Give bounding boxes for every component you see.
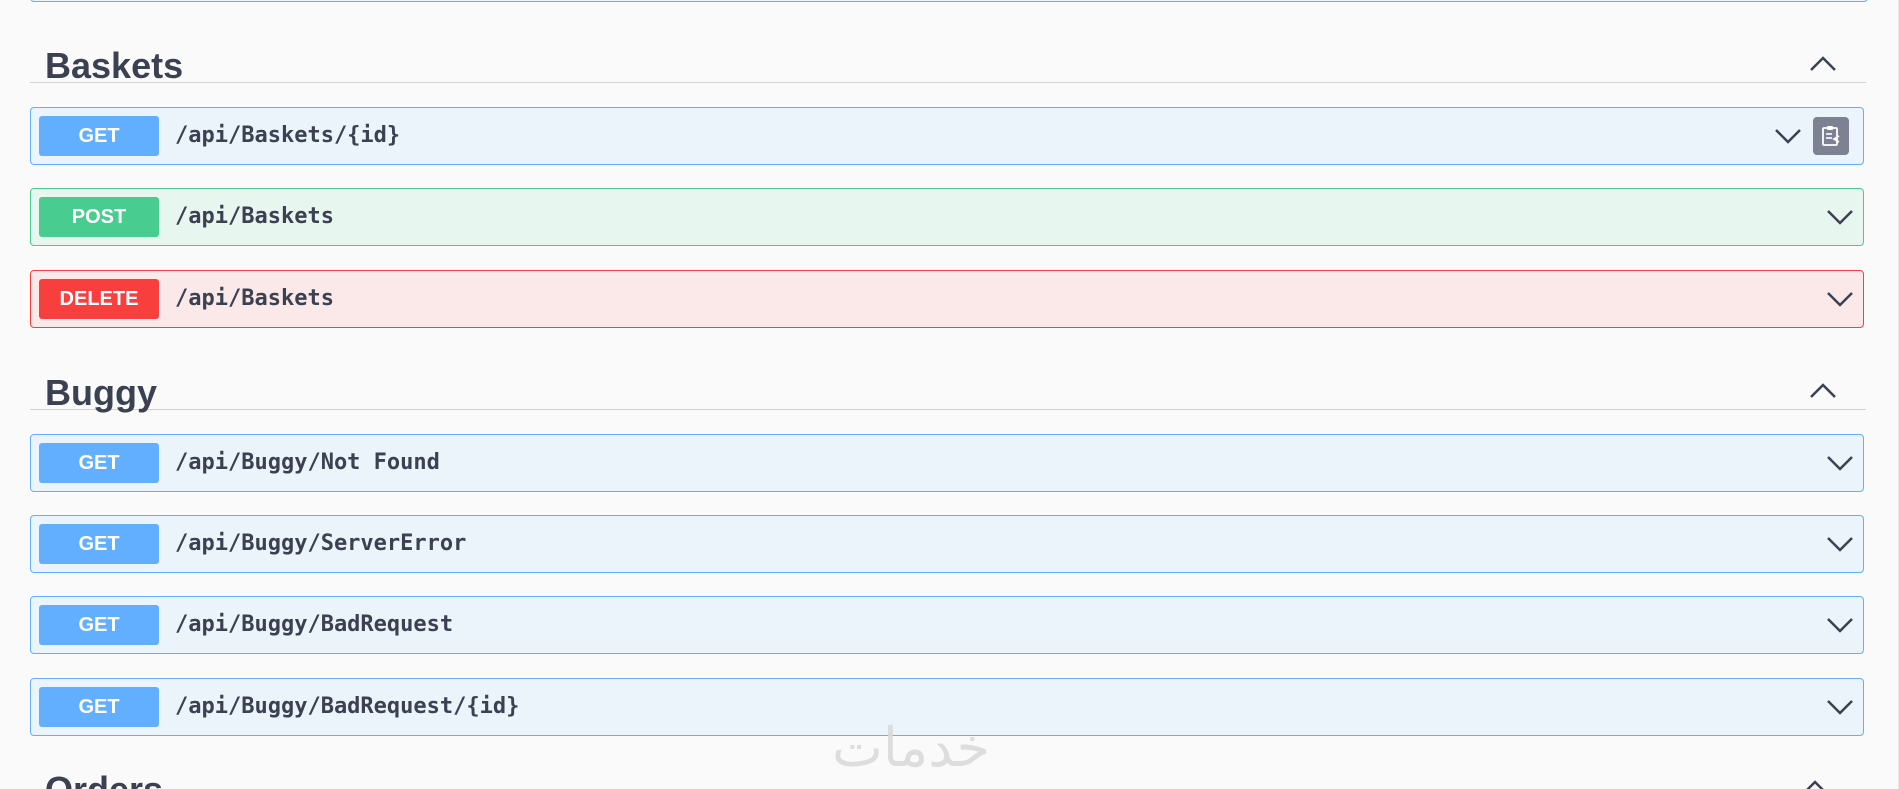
tag-title-next-section[interactable]: Orders xyxy=(45,772,163,789)
clipboard-copy-icon[interactable] xyxy=(1813,117,1849,155)
method-badge: GET xyxy=(39,524,159,564)
operation-path: /api/Buggy/Not Found xyxy=(175,450,440,475)
operation-path: /api/Baskets xyxy=(175,204,334,229)
chevron-down-icon[interactable] xyxy=(1825,285,1855,313)
operation-get-baskets-id[interactable]: GET /api/Baskets/{id} xyxy=(30,107,1864,165)
chevron-up-icon[interactable] xyxy=(1800,776,1830,789)
operation-get-buggy-notfound[interactable]: GET /api/Buggy/Not Found xyxy=(30,434,1864,492)
tag-title: Baskets xyxy=(45,45,184,86)
watermark-logo: خدمات xyxy=(832,716,990,779)
method-badge: GET xyxy=(39,687,159,727)
method-badge: DELETE xyxy=(39,279,159,319)
tag-header-buggy[interactable]: Buggy xyxy=(30,335,1866,413)
operation-path: /api/Buggy/BadRequest/{id} xyxy=(175,694,520,719)
swagger-page: Baskets GET /api/Baskets/{id} POST /api/… xyxy=(0,0,1899,789)
previous-operation-block-edge xyxy=(30,0,1868,2)
method-badge: GET xyxy=(39,605,159,645)
chevron-down-icon[interactable] xyxy=(1773,122,1803,150)
operation-path: /api/Baskets xyxy=(175,286,334,311)
chevron-down-icon[interactable] xyxy=(1825,530,1855,558)
chevron-down-icon[interactable] xyxy=(1825,693,1855,721)
chevron-down-icon[interactable] xyxy=(1825,611,1855,639)
operation-path: /api/Buggy/ServerError xyxy=(175,531,467,556)
operation-path: /api/Buggy/BadRequest xyxy=(175,612,454,637)
operation-post-baskets[interactable]: POST /api/Baskets xyxy=(30,188,1864,246)
tag-title: Buggy xyxy=(45,372,157,413)
operation-delete-baskets[interactable]: DELETE /api/Baskets xyxy=(30,270,1864,328)
tag-section-baskets: Baskets xyxy=(30,8,1866,86)
chevron-up-icon[interactable] xyxy=(1808,52,1838,76)
chevron-down-icon[interactable] xyxy=(1825,449,1855,477)
operation-get-buggy-servererror[interactable]: GET /api/Buggy/ServerError xyxy=(30,515,1864,573)
tag-header-baskets[interactable]: Baskets xyxy=(30,8,1866,86)
method-badge: GET xyxy=(39,443,159,483)
method-badge: POST xyxy=(39,197,159,237)
method-badge: GET xyxy=(39,116,159,156)
tag-section-buggy: Buggy xyxy=(30,335,1866,413)
operation-get-buggy-badrequest[interactable]: GET /api/Buggy/BadRequest xyxy=(30,596,1864,654)
chevron-up-icon[interactable] xyxy=(1808,379,1838,403)
chevron-down-icon[interactable] xyxy=(1825,203,1855,231)
operation-path: /api/Baskets/{id} xyxy=(175,123,401,148)
